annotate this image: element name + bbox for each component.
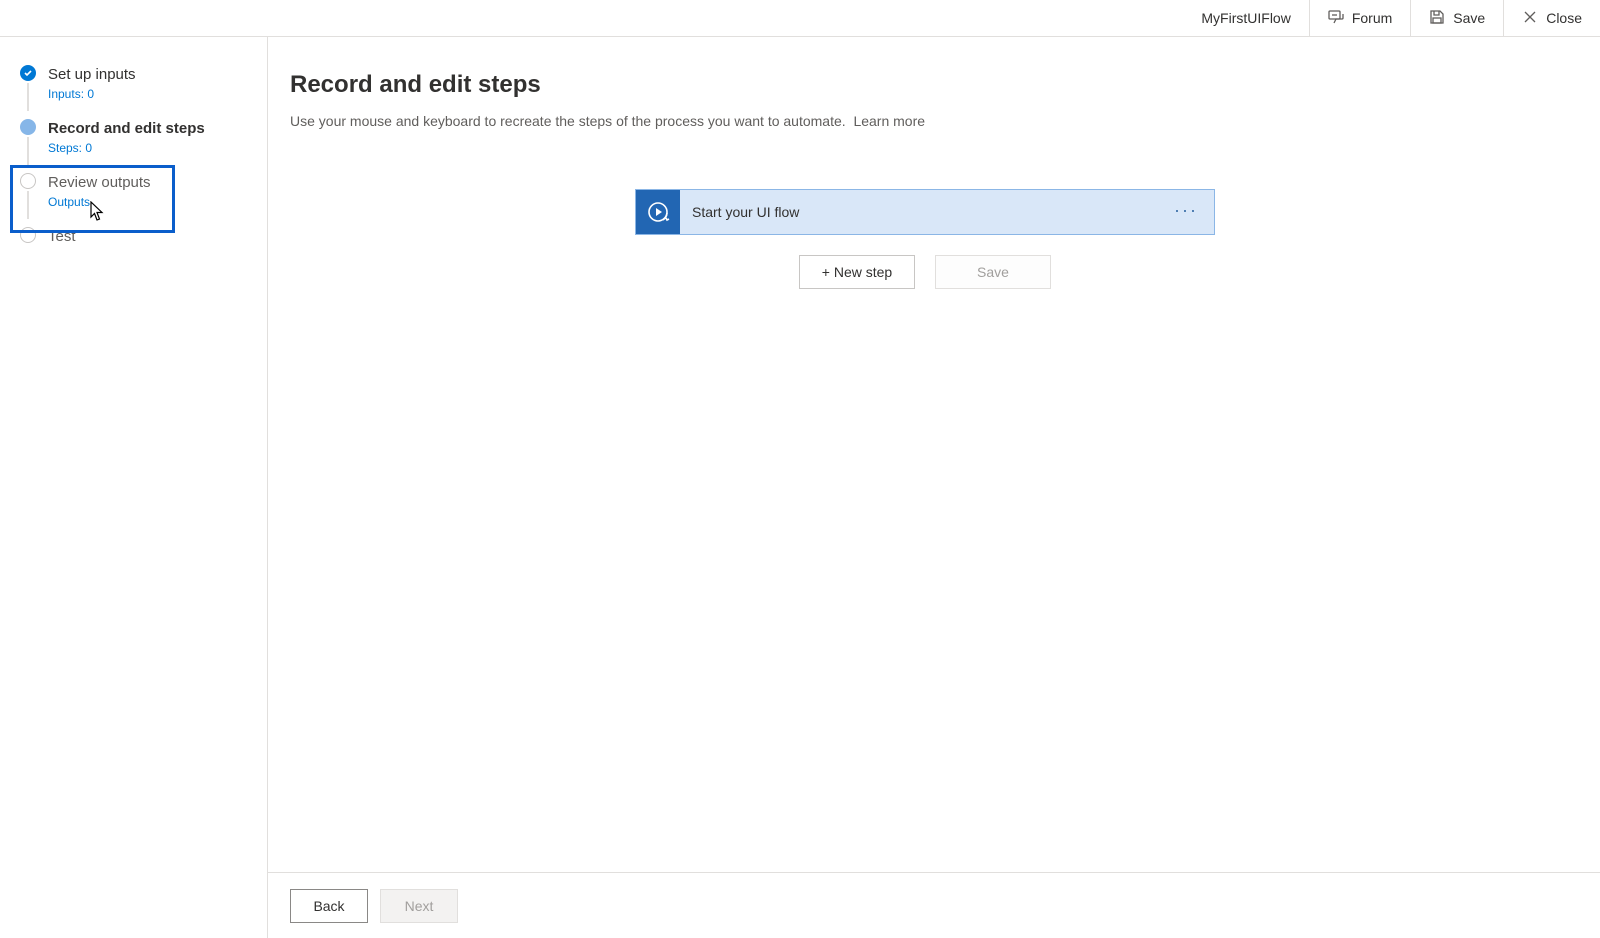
forum-button[interactable]: Forum <box>1309 0 1410 36</box>
wizard-sidebar: Set up inputsInputs: 0Record and edit st… <box>0 37 268 938</box>
back-button[interactable]: Back <box>290 889 368 923</box>
step-title: Test <box>48 227 255 247</box>
wizard-step-0[interactable]: Set up inputsInputs: 0 <box>0 57 267 111</box>
step-indicator-icon <box>20 65 36 81</box>
wizard-step-3[interactable]: Test <box>0 219 267 255</box>
step-title: Set up inputs <box>48 65 255 85</box>
flow-name: MyFirstUIFlow <box>1183 10 1308 26</box>
step-subtitle: Inputs: 0 <box>48 85 255 103</box>
page-title: Record and edit steps <box>290 71 1600 99</box>
save-button-header[interactable]: Save <box>1410 0 1503 36</box>
learn-more-link[interactable]: Learn more <box>853 113 925 129</box>
new-step-button[interactable]: + New step <box>799 255 915 289</box>
save-label-header: Save <box>1453 10 1485 26</box>
chat-icon <box>1328 9 1344 28</box>
forum-label: Forum <box>1352 10 1392 26</box>
close-label: Close <box>1546 10 1582 26</box>
more-icon[interactable]: ··· <box>1158 200 1214 225</box>
step-subtitle: Steps: 0 <box>48 139 255 157</box>
wizard-step-1[interactable]: Record and edit stepsSteps: 0 <box>0 111 267 165</box>
step-indicator-icon <box>20 173 36 189</box>
wizard-step-2[interactable]: Review outputsOutputs <box>0 165 267 219</box>
step-indicator-icon <box>20 119 36 135</box>
page-description: Use your mouse and keyboard to recreate … <box>290 113 1600 129</box>
flow-step-card[interactable]: Start your UI flow ··· <box>635 189 1215 235</box>
close-icon <box>1522 9 1538 28</box>
save-button-canvas: Save <box>935 255 1051 289</box>
step-title: Review outputs <box>48 173 255 193</box>
flow-step-label: Start your UI flow <box>680 204 1158 220</box>
next-button: Next <box>380 889 458 923</box>
save-icon <box>1429 9 1445 28</box>
step-subtitle: Outputs <box>48 193 255 211</box>
step-indicator-icon <box>20 227 36 243</box>
close-button[interactable]: Close <box>1503 0 1600 36</box>
step-title: Record and edit steps <box>48 119 255 139</box>
play-refresh-icon <box>636 190 680 234</box>
